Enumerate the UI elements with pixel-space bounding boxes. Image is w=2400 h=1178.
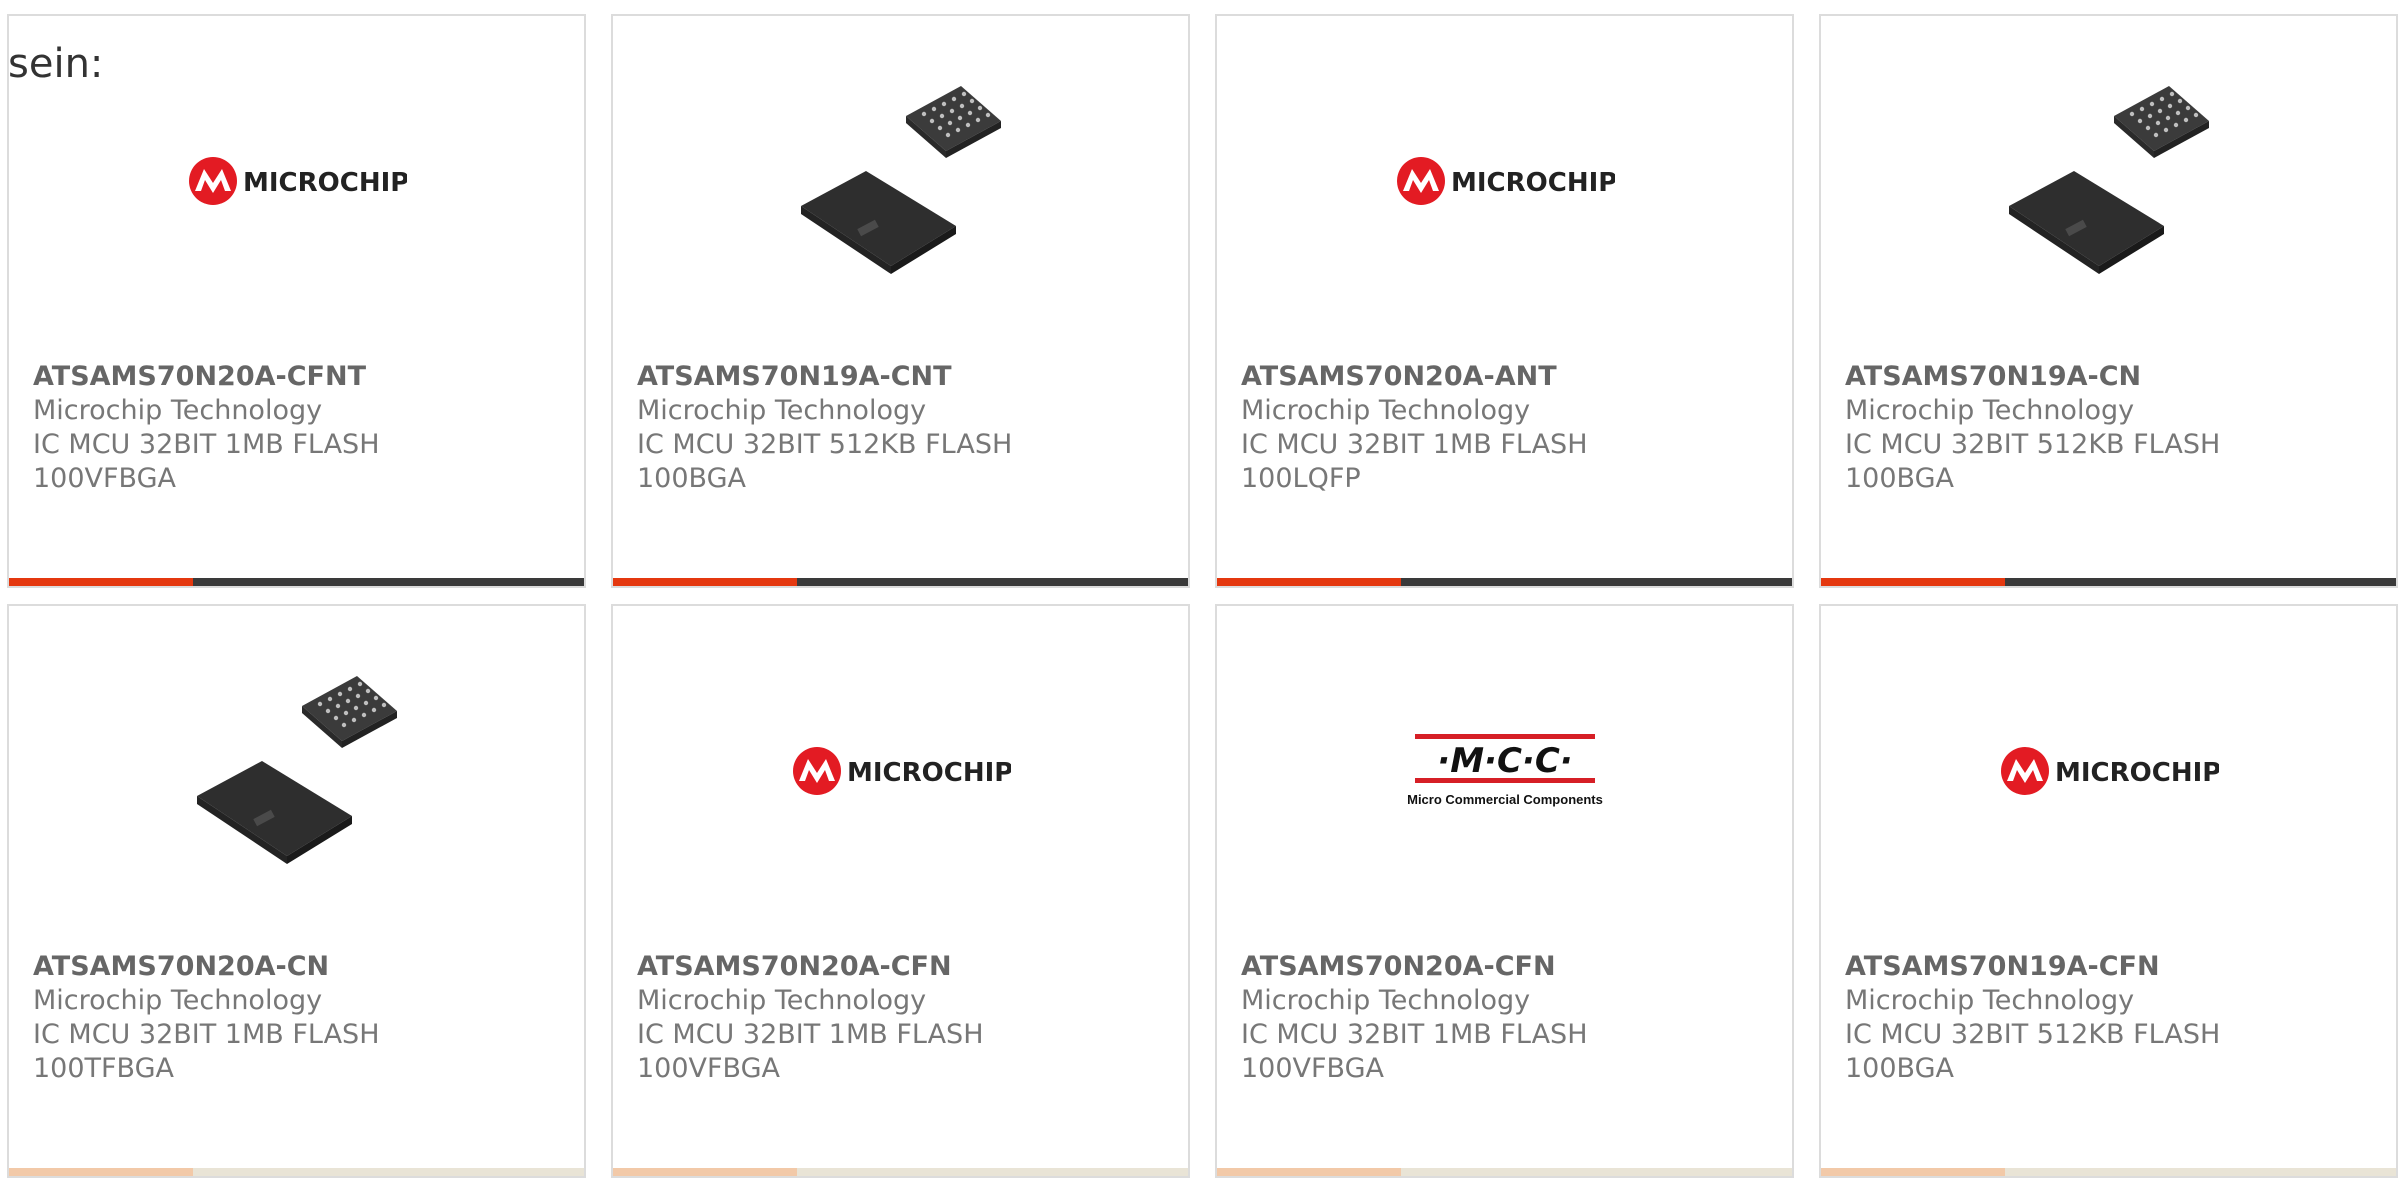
description-package: 100BGA [1845, 463, 1954, 494]
product-image[interactable]: ·M·C·C· Micro Commercial Components [1217, 666, 1792, 876]
product-image[interactable] [613, 76, 1188, 286]
part-number[interactable]: ATSAMS70N20A-CFN [637, 950, 984, 984]
card-bar-accent [1217, 578, 1401, 586]
product-info: ATSAMS70N20A-CN Microchip Technology IC … [33, 950, 380, 1086]
product-image[interactable]: MICROCHIP [613, 666, 1188, 876]
manufacturer: Microchip Technology [637, 395, 927, 426]
card-bar-accent [613, 578, 797, 586]
mcc-logo-text: ·M·C·C· [1437, 741, 1572, 781]
description-package: 100LQFP [1241, 463, 1361, 494]
product-image[interactable] [9, 666, 584, 876]
card-bar-accent [1821, 1168, 2005, 1176]
bga-chip-icon [2008, 86, 2209, 274]
microchip-logo-icon: MICROCHIP [2000, 747, 2219, 795]
part-number[interactable]: ATSAMS70N20A-CFNT [33, 360, 380, 394]
product-card[interactable]: ATSAMS70N19A-CN Microchip Technology IC … [1819, 14, 2398, 588]
card-bar-accent [9, 1168, 193, 1176]
logo-text: MICROCHIP [243, 168, 407, 198]
part-number[interactable]: ATSAMS70N19A-CNT [637, 360, 1012, 394]
description-package: 100VFBGA [33, 463, 176, 494]
card-bottom-bar [1217, 1168, 1792, 1176]
product-image[interactable] [1821, 76, 2396, 286]
card-bar-accent [1217, 1168, 1401, 1176]
product-info: ATSAMS70N20A-ANT Microchip Technology IC… [1241, 360, 1588, 496]
manufacturer: Microchip Technology [33, 395, 323, 426]
part-number[interactable]: ATSAMS70N19A-CFN [1845, 950, 2220, 984]
card-bar-accent [9, 578, 193, 586]
card-bar-accent [613, 1168, 797, 1176]
product-card[interactable]: ATSAMS70N19A-CNT Microchip Technology IC… [611, 14, 1190, 588]
card-bottom-bar [9, 578, 584, 586]
product-image[interactable]: MICROCHIP [9, 76, 584, 286]
manufacturer: Microchip Technology [33, 985, 323, 1016]
card-bottom-bar [9, 1168, 584, 1176]
microchip-logo-icon: MICROCHIP [792, 747, 1011, 795]
manufacturer: Microchip Technology [637, 985, 927, 1016]
description-line: IC MCU 32BIT 512KB FLASH [1845, 429, 2221, 460]
product-card[interactable]: MICROCHIP ATSAMS70N20A-CFN Microchip Tec… [611, 604, 1190, 1178]
part-number[interactable]: ATSAMS70N20A-CFN [1241, 950, 1588, 984]
product-info: ATSAMS70N19A-CN Microchip Technology IC … [1845, 360, 2220, 496]
manufacturer: Microchip Technology [1241, 985, 1531, 1016]
card-bottom-bar [1217, 578, 1792, 586]
product-card[interactable]: MICROCHIP ATSAMS70N19A-CFN Microchip Tec… [1819, 604, 2398, 1178]
intro-text: sein: [8, 41, 104, 87]
mcc-logo-icon: ·M·C·C· Micro Commercial Components [1407, 734, 1603, 807]
mcc-logo-subtext: Micro Commercial Components [1407, 792, 1603, 807]
manufacturer: Microchip Technology [1845, 395, 2135, 426]
manufacturer: Microchip Technology [1845, 985, 2135, 1016]
product-info: ATSAMS70N19A-CNT Microchip Technology IC… [637, 360, 1012, 496]
logo-text: MICROCHIP [1451, 168, 1615, 198]
card-bottom-bar [613, 578, 1188, 586]
description-line: IC MCU 32BIT 1MB FLASH [33, 1019, 380, 1050]
description-package: 100VFBGA [637, 1053, 780, 1084]
product-card[interactable]: ·M·C·C· Micro Commercial Components ATSA… [1215, 604, 1794, 1178]
product-info: ATSAMS70N20A-CFN Microchip Technology IC… [637, 950, 984, 1086]
description-package: 100BGA [637, 463, 746, 494]
description-package: 100VFBGA [1241, 1053, 1384, 1084]
part-number[interactable]: ATSAMS70N20A-CN [33, 950, 380, 984]
product-info: ATSAMS70N19A-CFN Microchip Technology IC… [1845, 950, 2220, 1086]
card-bar-accent [1821, 578, 2005, 586]
card-bottom-bar [613, 1168, 1188, 1176]
card-bottom-bar [1821, 578, 2396, 586]
logo-text: MICROCHIP [847, 758, 1011, 788]
product-info: ATSAMS70N20A-CFN Microchip Technology IC… [1241, 950, 1588, 1086]
product-grid: MICROCHIP ATSAMS70N20A-CFNT Microchip Te… [7, 14, 2398, 1178]
product-card[interactable]: MICROCHIP ATSAMS70N20A-CFNT Microchip Te… [7, 14, 586, 588]
card-bottom-bar [1821, 1168, 2396, 1176]
manufacturer: Microchip Technology [1241, 395, 1531, 426]
microchip-logo-icon: MICROCHIP [1396, 157, 1615, 205]
product-image[interactable]: MICROCHIP [1821, 666, 2396, 876]
description-package: 100TFBGA [33, 1053, 174, 1084]
product-info: ATSAMS70N20A-CFNT Microchip Technology I… [33, 360, 380, 496]
description-line: IC MCU 32BIT 1MB FLASH [33, 429, 380, 460]
description-line: IC MCU 32BIT 1MB FLASH [637, 1019, 984, 1050]
part-number[interactable]: ATSAMS70N20A-ANT [1241, 360, 1588, 394]
description-line: IC MCU 32BIT 512KB FLASH [1845, 1019, 2221, 1050]
product-image[interactable]: MICROCHIP [1217, 76, 1792, 286]
bga-chip-icon [196, 676, 397, 864]
description-line: IC MCU 32BIT 1MB FLASH [1241, 1019, 1588, 1050]
microchip-logo-icon: MICROCHIP [188, 157, 407, 205]
part-number[interactable]: ATSAMS70N19A-CN [1845, 360, 2220, 394]
description-package: 100BGA [1845, 1053, 1954, 1084]
bga-chip-icon [800, 86, 1001, 274]
description-line: IC MCU 32BIT 1MB FLASH [1241, 429, 1588, 460]
description-line: IC MCU 32BIT 512KB FLASH [637, 429, 1013, 460]
product-card[interactable]: MICROCHIP ATSAMS70N20A-ANT Microchip Tec… [1215, 14, 1794, 588]
logo-text: MICROCHIP [2055, 758, 2219, 788]
product-card[interactable]: ATSAMS70N20A-CN Microchip Technology IC … [7, 604, 586, 1178]
